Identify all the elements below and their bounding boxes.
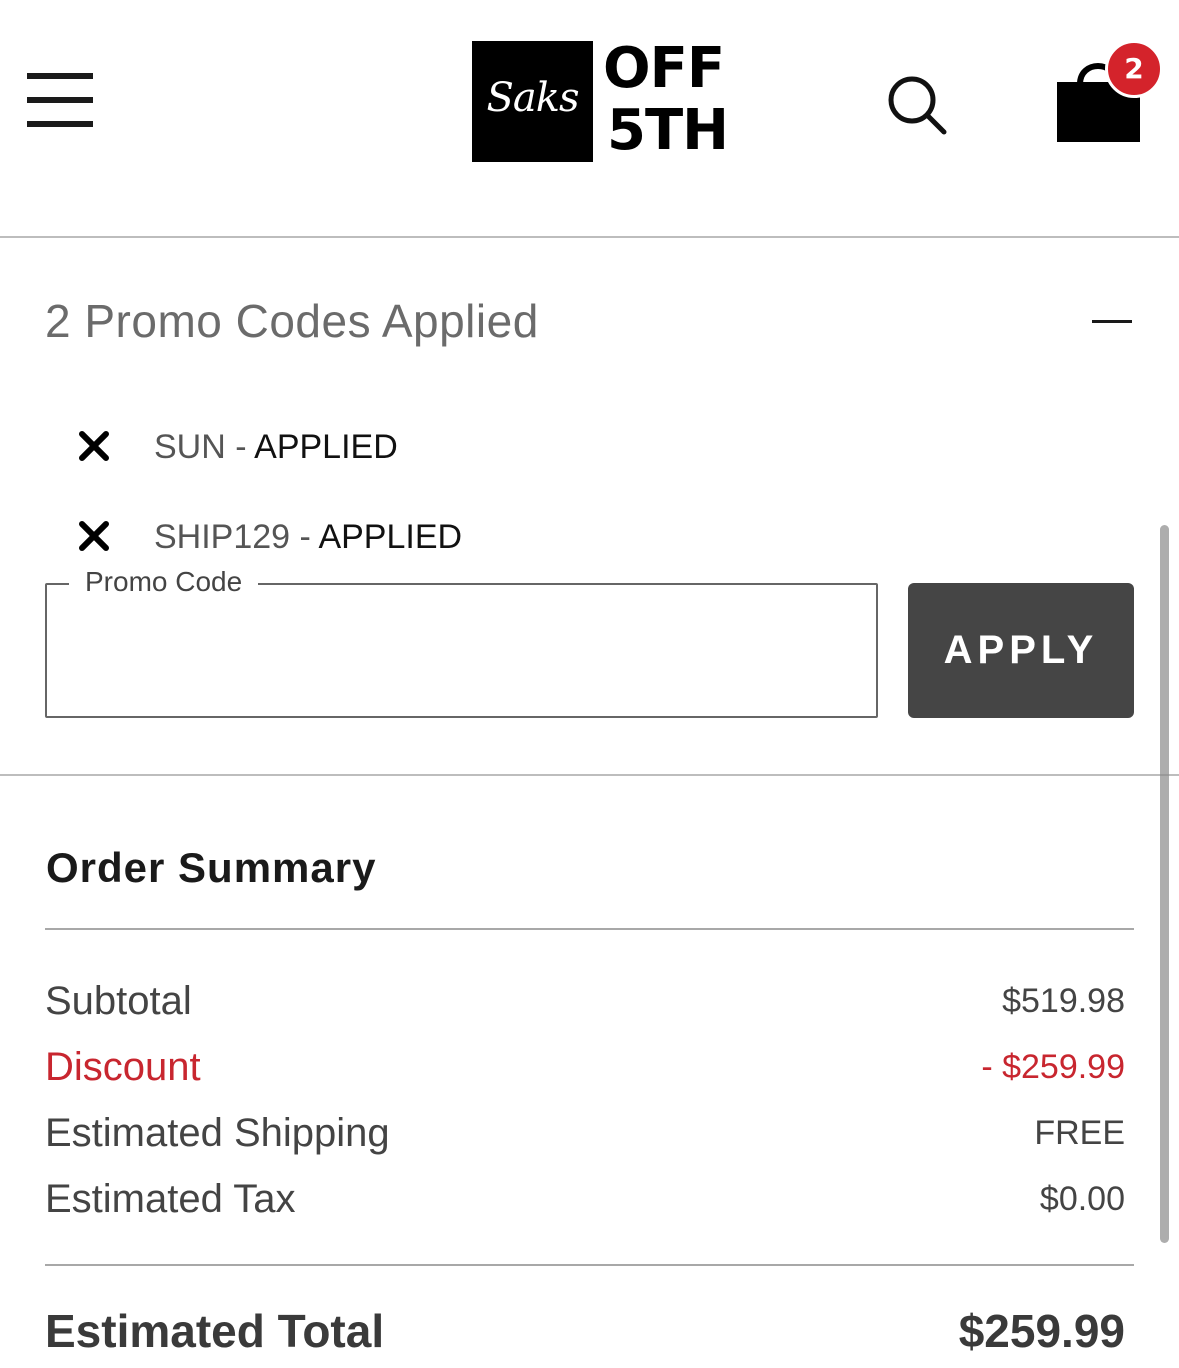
code-status: APPLIED — [318, 518, 463, 556]
promo-section-title: 2 Promo Codes Applied — [45, 295, 539, 347]
search-icon[interactable] — [886, 74, 948, 136]
summary-row-subtotal: Subtotal $519.98 — [45, 971, 1125, 1031]
divider — [45, 928, 1134, 930]
promo-codes-section: 2 Promo Codes Applied SUN - APPLIED SHIP… — [0, 238, 1179, 776]
applied-code-text: SHIP129 - APPLIED — [154, 512, 462, 562]
promo-code-field: Promo Code — [45, 562, 878, 718]
applied-code-text: SUN - APPLIED — [154, 422, 398, 472]
saks-off-5th-logo[interactable]: Saks OFF 5TH — [472, 36, 732, 163]
row-label: Discount — [45, 1045, 201, 1089]
row-value: FREE — [1034, 1114, 1125, 1152]
collapse-minus-icon[interactable] — [1090, 308, 1136, 338]
promo-code-label: Promo Code — [69, 562, 259, 602]
summary-row-discount: Discount - $259.99 — [45, 1037, 1125, 1097]
cart-count-badge: 2 — [1105, 40, 1163, 98]
logo-line-1: OFF — [603, 36, 725, 101]
estimated-total-row: Estimated Total $259.99 — [45, 1296, 1125, 1366]
code-status: APPLIED — [254, 428, 398, 466]
hamburger-menu-icon[interactable] — [27, 73, 93, 127]
promo-code: SUN — [154, 428, 226, 466]
logo-line-2: 5TH — [607, 98, 729, 163]
apply-button[interactable]: APPLY — [908, 583, 1134, 718]
total-label: Estimated Total — [45, 1305, 385, 1357]
promo-code: SHIP129 — [154, 518, 291, 556]
divider — [45, 1264, 1134, 1266]
row-label: Estimated Shipping — [45, 1111, 390, 1155]
row-label: Subtotal — [45, 979, 192, 1023]
row-label: Estimated Tax — [45, 1177, 296, 1221]
order-summary-title: Order Summary — [46, 844, 377, 891]
row-value: - $259.99 — [981, 1048, 1125, 1086]
logo-script-text: Saks — [486, 75, 579, 121]
summary-row-tax: Estimated Tax $0.00 — [45, 1169, 1125, 1229]
remove-code-x-icon[interactable] — [76, 428, 112, 464]
promo-code-input[interactable] — [67, 625, 861, 697]
header: Saks OFF 5TH 2 — [0, 0, 1179, 238]
summary-row-shipping: Estimated Shipping FREE — [45, 1103, 1125, 1163]
row-value: $0.00 — [1039, 1180, 1125, 1218]
code-separator: - — [290, 518, 319, 556]
code-separator: - — [225, 428, 255, 466]
scrollbar[interactable] — [1160, 525, 1169, 1243]
total-value: $259.99 — [958, 1305, 1125, 1357]
row-value: $519.98 — [1002, 982, 1125, 1020]
logo-mark: Saks — [472, 41, 593, 162]
shopping-bag-icon[interactable]: 2 — [1052, 38, 1166, 146]
remove-code-x-icon[interactable] — [76, 518, 112, 554]
order-summary: Order Summary Subtotal $519.98 Discount … — [0, 776, 1179, 1368]
